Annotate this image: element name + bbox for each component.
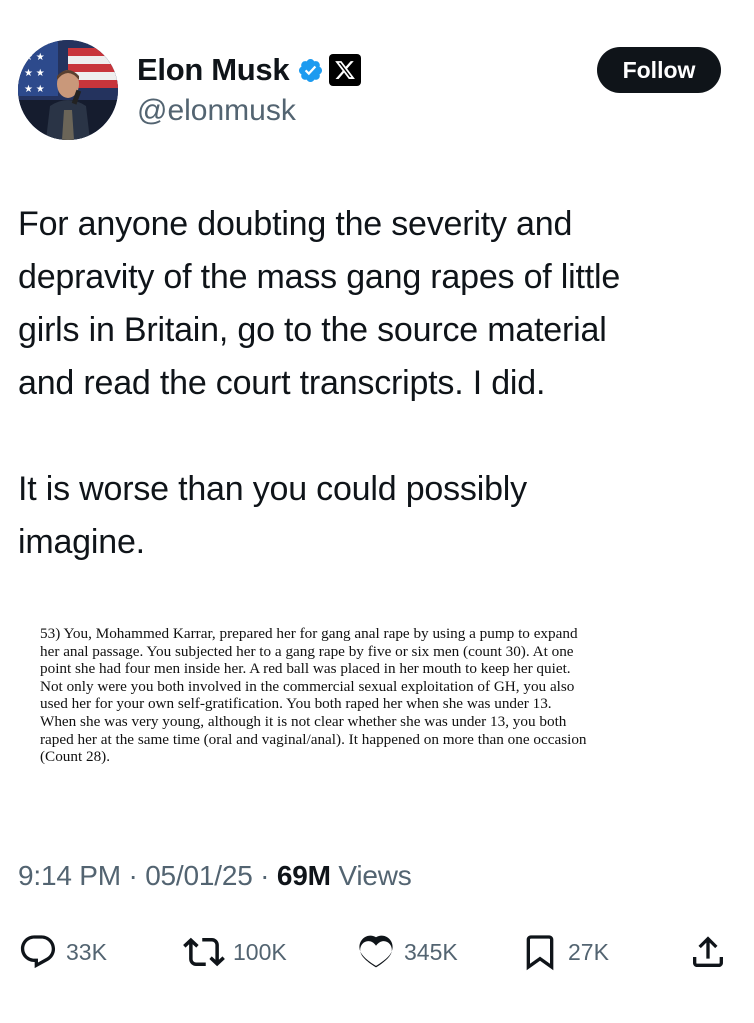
document-line: raped her at the same time (oral and vag… (40, 730, 587, 748)
author-handle[interactable]: @elonmusk (137, 94, 296, 128)
views-count[interactable]: 69M (277, 860, 331, 891)
tweet-text-line: depravity of the mass gang rapes of litt… (18, 258, 621, 296)
tweet-time[interactable]: 9:14 PM (18, 860, 121, 891)
document-text: 53) You, Mohammed Karrar, prepared her f… (40, 625, 730, 766)
tweet-text-line: girls in Britain, go to the source mater… (18, 311, 607, 349)
document-line: 53) You, Mohammed Karrar, prepared her f… (40, 625, 578, 642)
avatar[interactable]: ★ ★ ★ ★ ★ ★ (18, 40, 118, 140)
tweet-meta: 9:14 PM · 05/01/25 · 69M Views (18, 860, 412, 892)
like-button[interactable]: 345K (356, 930, 458, 974)
verified-badge-icon[interactable] (297, 57, 324, 84)
reply-count: 33K (66, 938, 107, 965)
author-display-name[interactable]: Elon Musk (137, 52, 290, 88)
heart-icon (356, 932, 396, 972)
svg-text:★ ★: ★ ★ (24, 84, 45, 95)
reply-button[interactable]: 33K (18, 930, 107, 974)
document-line: her anal passage. You subjected her to a… (40, 642, 574, 660)
author-name-row: Elon Musk (137, 50, 362, 90)
repost-icon (183, 931, 225, 973)
svg-text:★ ★: ★ ★ (24, 68, 45, 79)
bookmark-button[interactable]: 27K (520, 930, 609, 974)
tweet-text-line: It is worse than you could possibly (18, 470, 527, 508)
follow-button[interactable]: Follow (597, 47, 721, 93)
tweet-text-line: For anyone doubting the severity and (18, 205, 573, 243)
meta-separator: · (120, 860, 146, 891)
x-logo-icon[interactable] (329, 54, 362, 86)
bookmark-count: 27K (568, 938, 609, 965)
document-line: When she was very young, although it is … (40, 712, 567, 730)
attached-document-image[interactable]: 53) You, Mohammed Karrar, prepared her f… (18, 610, 734, 818)
bookmark-icon (520, 932, 560, 972)
repost-button[interactable]: 100K (183, 930, 287, 974)
document-line: used her for your own self-gratification… (40, 695, 552, 713)
share-icon (688, 932, 728, 972)
document-line: (Count 28). (40, 748, 111, 766)
document-line: point she had four men inside her. A red… (40, 660, 571, 678)
repost-count: 100K (233, 938, 287, 965)
like-count: 345K (404, 938, 458, 965)
views-label: Views (330, 860, 412, 891)
tweet-date[interactable]: 05/01/25 (145, 860, 253, 891)
share-button[interactable] (688, 930, 728, 974)
reply-icon (18, 932, 58, 972)
svg-text:★ ★: ★ ★ (24, 52, 45, 63)
tweet-text-line: and read the court transcripts. I did. (18, 364, 546, 402)
tweet-text: For anyone doubting the severity and dep… (18, 198, 738, 569)
document-line: Not only were you both involved in the c… (40, 677, 575, 695)
meta-separator: · (252, 860, 277, 891)
tweet-text-line: imagine. (18, 523, 145, 561)
